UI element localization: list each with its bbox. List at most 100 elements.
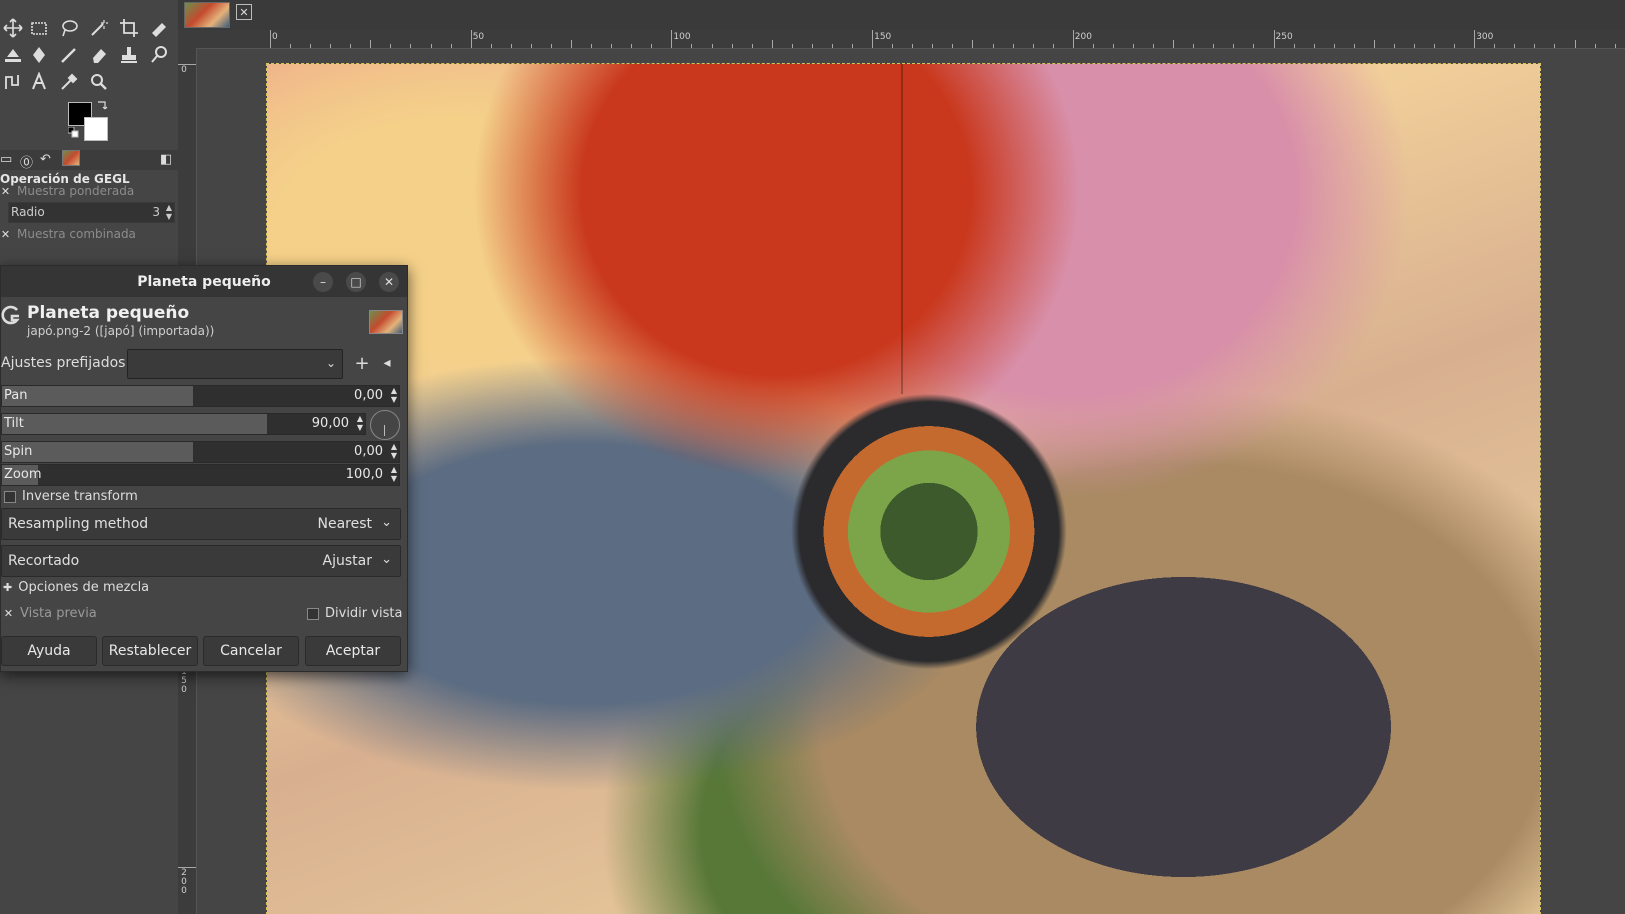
undo-history-tab-icon[interactable]: ↶	[40, 152, 51, 167]
image-tab-thumbnail[interactable]	[184, 2, 230, 28]
inverse-transform-label: Inverse transform	[22, 489, 138, 504]
ruler-minor-tick	[711, 44, 713, 48]
ruler-minor-tick	[731, 44, 733, 48]
ruler-minor-tick	[1193, 44, 1195, 48]
pan-slider[interactable]: Pan 0,00 ▲ ▼	[1, 385, 400, 407]
ruler-minor-tick	[1554, 44, 1556, 48]
help-button[interactable]: Ayuda	[1, 636, 97, 666]
radius-spin-arrows-icon[interactable]: ▲ ▼	[166, 203, 172, 221]
ruler-minor-tick	[811, 44, 813, 48]
crop-icon[interactable]	[116, 16, 142, 40]
tilt-label: Tilt	[4, 416, 24, 431]
weighted-sample-label: Muestra ponderada	[17, 184, 135, 198]
preview-option[interactable]: ✕ Vista previa	[3, 606, 97, 621]
zoom-value: 100,0	[345, 467, 383, 482]
clipping-label: Recortado	[8, 553, 80, 569]
expander-plus-icon[interactable]: ✚	[3, 581, 12, 594]
spin-value: 0,00	[354, 444, 383, 459]
zoom-icon[interactable]	[86, 70, 112, 94]
ruler-minor-tick	[571, 40, 573, 48]
maximize-icon[interactable]: □	[346, 272, 366, 292]
preview-checkbox[interactable]: ✕	[3, 607, 14, 620]
ruler-minor-tick	[1313, 44, 1315, 48]
combined-sample-checkbox[interactable]: ✕	[0, 228, 11, 241]
ruler-minor-tick	[1253, 44, 1255, 48]
ruler-minor-tick	[912, 44, 914, 48]
eraser-icon[interactable]	[86, 43, 112, 67]
dialog-titlebar[interactable]: Planeta pequeño – □ ✕	[1, 266, 407, 297]
close-tab-icon[interactable]: ✕	[236, 4, 252, 20]
resampling-method-combo[interactable]: Resampling method Nearest ⌄	[1, 508, 401, 540]
split-view-checkbox[interactable]	[307, 607, 319, 620]
minimize-icon[interactable]: –	[313, 272, 333, 292]
tilt-slider[interactable]: Tilt 90,00 ▲ ▼	[1, 413, 366, 435]
fuzzy-select-icon[interactable]	[86, 16, 112, 40]
dialog-header-subtitle: japó.png-2 ([japó] (importada))	[27, 324, 215, 338]
ruler-minor-tick	[1594, 44, 1596, 48]
path-icon[interactable]	[0, 70, 26, 94]
ruler-minor-tick	[751, 44, 753, 48]
reset-button[interactable]: Restablecer	[102, 636, 198, 666]
weighted-sample-checkbox[interactable]: ✕	[0, 185, 11, 198]
horizontal-ruler[interactable]: 0 50 100 150 200 250 300	[196, 30, 1625, 49]
images-tab-icon[interactable]	[62, 150, 80, 166]
image-canvas[interactable]	[266, 63, 1541, 914]
tilt-value: 90,00	[311, 416, 349, 431]
move-icon[interactable]	[0, 16, 26, 40]
zoom-slider[interactable]: Zoom 100,0 ▲ ▼	[1, 464, 400, 486]
ruler-tick-label: 200	[1074, 32, 1092, 42]
combined-sample-option[interactable]: ✕ Muestra combinada	[0, 227, 136, 241]
background-color[interactable]	[84, 117, 108, 141]
ruler-minor-tick	[1574, 40, 1576, 48]
split-view-option[interactable]: Dividir vista	[307, 606, 402, 621]
bucket-icon[interactable]	[0, 43, 26, 67]
preview-label: Vista previa	[20, 606, 97, 621]
spin-label: Spin	[4, 444, 33, 459]
presets-combo[interactable]: ⌄	[127, 349, 343, 379]
clipping-combo[interactable]: Recortado Ajustar ⌄	[1, 545, 401, 577]
dialog-header-title: Planeta pequeño	[27, 303, 190, 323]
device-status-tab-icon[interactable]: ⓪	[20, 152, 33, 171]
ruler-minor-tick	[1293, 44, 1295, 48]
rect-select-icon[interactable]	[26, 16, 52, 40]
ruler-tick-label: 150	[181, 667, 187, 696]
preset-menu-icon[interactable]: ◂	[378, 354, 396, 372]
default-colors-icon[interactable]	[68, 127, 79, 138]
zoom-spin-arrows-icon[interactable]: ▲ ▼	[391, 465, 397, 483]
ruler-major-tick	[178, 866, 196, 868]
text-icon[interactable]	[26, 70, 52, 94]
blend-options-expander[interactable]: ✚ Opciones de mezcla	[3, 580, 149, 595]
tilt-dial-icon[interactable]	[370, 410, 400, 440]
paint-icon[interactable]	[26, 43, 52, 67]
inverse-transform-checkbox[interactable]	[4, 490, 16, 503]
weighted-sample-option[interactable]: ✕ Muestra ponderada	[0, 184, 134, 198]
lasso-icon[interactable]	[56, 16, 82, 40]
pan-spin-arrows-icon[interactable]: ▲ ▼	[391, 386, 397, 404]
smudge-icon[interactable]	[146, 43, 172, 67]
tool-options-tab-icon[interactable]: ▭	[0, 152, 12, 167]
ruler-minor-tick	[1213, 44, 1215, 48]
pan-value: 0,00	[354, 388, 383, 403]
clone-icon[interactable]	[116, 43, 142, 67]
radius-spinbox[interactable]: Radio 3 ▲ ▼	[8, 202, 175, 223]
tilt-spin-arrows-icon[interactable]: ▲ ▼	[357, 414, 363, 432]
panel-menu-icon[interactable]: ◧	[160, 152, 172, 167]
ruler-minor-tick	[691, 44, 693, 48]
spin-slider[interactable]: Spin 0,00 ▲ ▼	[1, 441, 400, 463]
ok-button[interactable]: Aceptar	[305, 636, 401, 666]
ruler-corner-icon[interactable]	[178, 30, 196, 48]
ruler-minor-tick	[1353, 44, 1355, 48]
swap-colors-icon[interactable]	[96, 100, 108, 112]
cancel-button[interactable]: Cancelar	[203, 636, 299, 666]
pencil-icon[interactable]	[56, 43, 82, 67]
close-icon[interactable]: ✕	[379, 272, 399, 292]
ruler-minor-tick	[651, 44, 653, 48]
color-picker-icon[interactable]	[56, 70, 82, 94]
warp-icon[interactable]	[146, 16, 172, 40]
ruler-minor-tick	[1333, 44, 1335, 48]
spin-spin-arrows-icon[interactable]: ▲ ▼	[391, 442, 397, 460]
add-preset-icon[interactable]: +	[353, 353, 371, 374]
inverse-transform-option[interactable]: Inverse transform	[4, 489, 138, 504]
split-view-label: Dividir vista	[325, 606, 403, 621]
radius-label: Radio	[11, 205, 45, 219]
